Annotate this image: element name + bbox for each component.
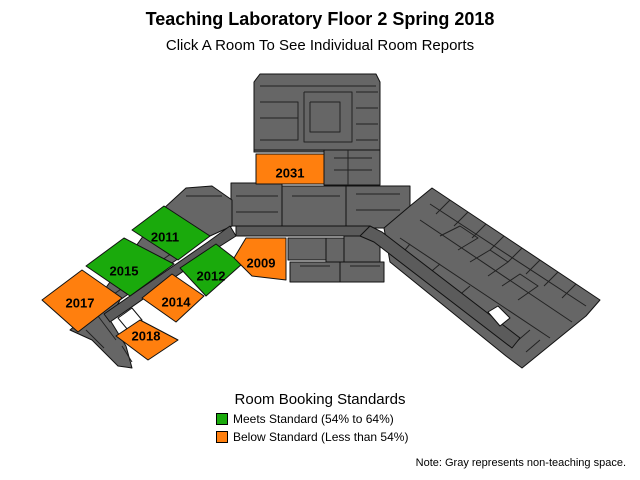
room-2009[interactable]: 2009 <box>233 237 287 281</box>
room-2031[interactable]: 2031 <box>255 153 325 185</box>
legend-swatch-meets <box>216 413 228 425</box>
legend-label-meets: Meets Standard (54% to 64%) <box>233 412 394 426</box>
floor-plan: 203120112015 201220092017 20142018 <box>41 73 601 369</box>
legend-title: Room Booking Standards <box>234 391 406 408</box>
legend-item-meets: Meets Standard (54% to 64%) <box>216 412 394 426</box>
legend-label-below: Below Standard (Less than 54%) <box>233 430 409 444</box>
room-2031-shape[interactable] <box>255 153 325 185</box>
footnote: Note: Gray represents non-teaching space… <box>415 457 626 469</box>
room-2009-shape[interactable] <box>233 237 287 281</box>
legend-swatch-below <box>216 431 228 443</box>
legend-item-below: Below Standard (Less than 54%) <box>216 430 408 444</box>
